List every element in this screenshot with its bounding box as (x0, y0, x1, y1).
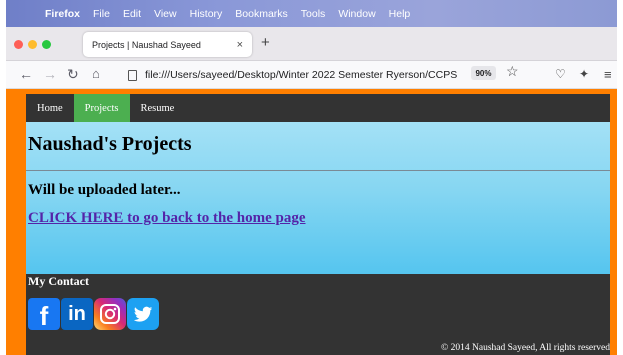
close-window-button[interactable] (14, 40, 23, 49)
back-arrow-icon[interactable]: ← (19, 66, 33, 82)
site-container: Home Projects Resume Naushad's Projects … (26, 94, 610, 355)
pocket-icon[interactable]: ♡ (555, 67, 566, 81)
site-nav-home[interactable]: Home (26, 94, 74, 122)
menu-history[interactable]: History (190, 8, 223, 20)
menu-app-firefox[interactable]: Firefox (45, 8, 80, 20)
navigation-toolbar: ← → ↻ ⌂ file:///Users/sayeed/Desktop/Win… (6, 61, 617, 89)
menu-view[interactable]: View (154, 8, 177, 20)
close-tab-icon[interactable]: × (237, 39, 243, 51)
page-title: Naushad's Projects (28, 133, 192, 155)
menu-file[interactable]: File (93, 8, 110, 20)
instagram-glyph (100, 304, 120, 324)
new-tab-icon[interactable]: + (261, 34, 270, 51)
facebook-icon[interactable]: f (28, 298, 60, 331)
hamburger-menu-icon[interactable]: ≡ (604, 67, 612, 82)
bookmark-star-icon[interactable]: ☆ (506, 63, 519, 80)
reload-icon[interactable]: ↻ (67, 66, 79, 83)
twitter-bird-glyph (133, 306, 153, 322)
hero-section: Naushad's Projects Will be uploaded late… (26, 122, 610, 274)
menu-help[interactable]: Help (389, 8, 411, 20)
menu-window[interactable]: Window (338, 8, 375, 20)
instagram-icon[interactable] (94, 298, 126, 330)
page-subtitle: Will be uploaded later... (28, 182, 181, 198)
tab-title: Projects | Naushad Sayeed (92, 39, 201, 50)
forward-arrow-icon[interactable]: → (43, 66, 57, 82)
back-home-link[interactable]: CLICK HERE to go back to the home page (28, 210, 306, 227)
macos-menu-bar: Firefox File Edit View History Bookmarks… (6, 0, 617, 27)
minimize-window-button[interactable] (28, 40, 37, 49)
menu-edit[interactable]: Edit (123, 8, 141, 20)
home-icon[interactable]: ⌂ (92, 66, 100, 81)
page-viewport: Home Projects Resume Naushad's Projects … (6, 89, 617, 355)
menu-bookmarks[interactable]: Bookmarks (235, 8, 288, 20)
site-nav-projects[interactable]: Projects (73, 94, 130, 122)
site-nav-resume[interactable]: Resume (130, 94, 186, 122)
url-text: file:///Users/sayeed/Desktop/Winter 2022… (145, 69, 458, 81)
page-icon (128, 69, 137, 81)
hero-divider (26, 170, 610, 171)
site-nav: Home Projects Resume (26, 94, 610, 122)
twitter-icon[interactable] (127, 298, 159, 330)
menu-tools[interactable]: Tools (301, 8, 326, 20)
tab-projects[interactable]: Projects | Naushad Sayeed × (83, 32, 252, 57)
copyright-text: © 2014 Naushad Sayeed, All rights reserv… (441, 343, 610, 353)
contact-heading: My Contact (28, 274, 89, 288)
zoom-level-badge[interactable]: 90% (471, 66, 496, 80)
tab-strip: Projects | Naushad Sayeed × + (6, 27, 617, 61)
social-links: f in (28, 298, 159, 331)
site-footer: My Contact f in © 2014 Naushad Sayeed, A… (26, 274, 610, 355)
linkedin-icon[interactable]: in (61, 298, 93, 330)
zoom-window-button[interactable] (42, 40, 51, 49)
extensions-icon[interactable]: ✦ (579, 67, 589, 81)
